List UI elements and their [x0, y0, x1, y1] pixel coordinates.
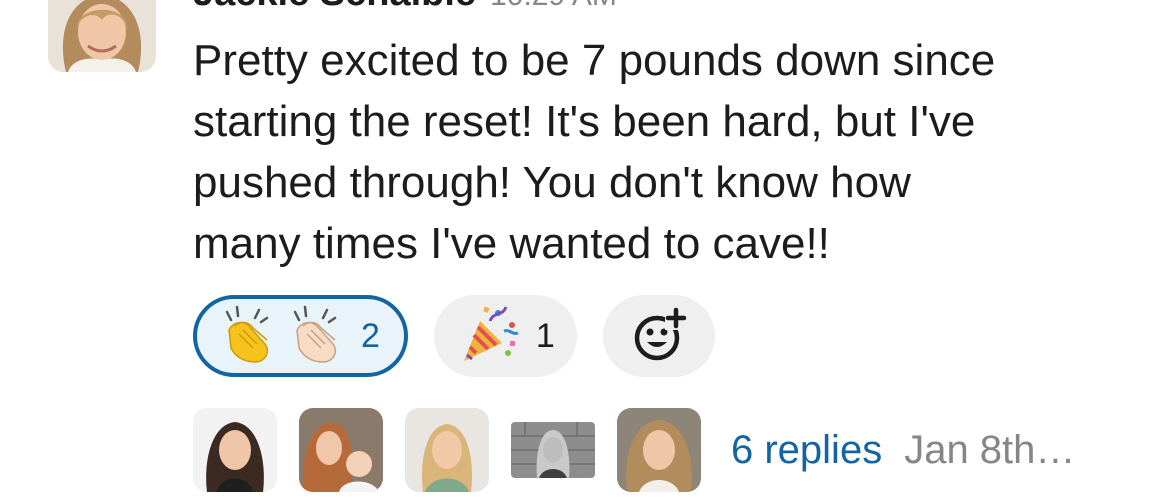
message-line: starting the reset! It's been hard, but … [193, 97, 976, 146]
participant-avatar [299, 408, 383, 492]
participant-avatar [617, 408, 701, 492]
add-emoji-icon [629, 304, 689, 369]
replies-link[interactable]: 6 replies [731, 428, 882, 473]
reaction-clap[interactable]: 2 [193, 295, 408, 377]
last-reply-date: Jan 8th… [904, 427, 1076, 472]
add-reaction-button[interactable] [602, 295, 715, 377]
message-line: pushed through! You don't know how [193, 158, 911, 207]
reaction-bar: 2 1 [193, 295, 715, 377]
message: Jackie Schaible 10:29 AM Pretty excited … [0, 0, 1170, 501]
message-body: Pretty excited to be 7 pounds down since… [193, 30, 1153, 274]
party-popper-icon [458, 303, 520, 370]
author-name[interactable]: Jackie Schaible [193, 0, 476, 15]
thread-summary[interactable]: 6 replies Jan 8th… [193, 408, 1075, 492]
message-header: Jackie Schaible 10:29 AM [193, 0, 617, 16]
participant-avatar [193, 408, 277, 492]
author-avatar[interactable] [48, 0, 156, 72]
message-line: many times I've wanted to cave!! [193, 219, 830, 268]
reaction-party[interactable]: 1 [433, 295, 577, 377]
clapping-hands-icon [219, 304, 277, 369]
message-line: Pretty excited to be 7 pounds down since [193, 36, 996, 85]
clapping-hands-light-icon [287, 304, 345, 369]
reaction-count: 2 [361, 316, 380, 355]
reaction-count: 1 [535, 316, 555, 355]
message-timestamp[interactable]: 10:29 AM [490, 0, 617, 13]
participant-avatar [511, 422, 595, 478]
participant-avatar [405, 408, 489, 492]
